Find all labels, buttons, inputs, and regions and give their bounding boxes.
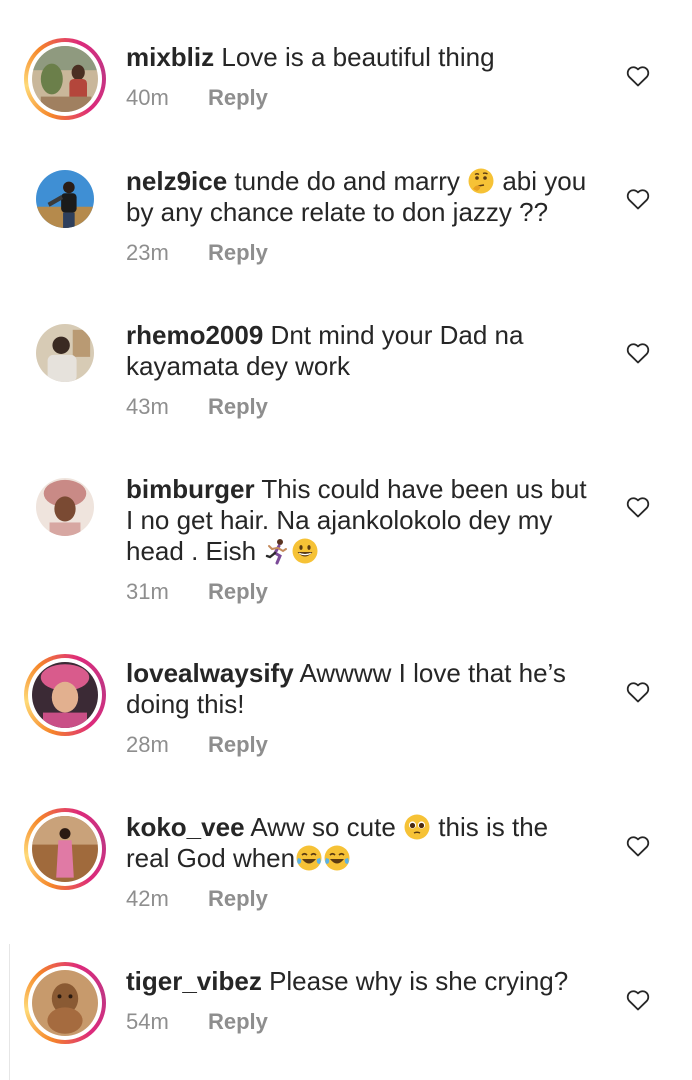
comment-body: Please why is she crying? <box>269 966 569 996</box>
comment-meta: 54m Reply <box>126 1009 596 1035</box>
comment-meta: 28m Reply <box>126 732 596 758</box>
heart-outline-icon <box>626 189 650 210</box>
avatar-wrapper[interactable] <box>24 466 106 548</box>
reply-button[interactable]: Reply <box>208 579 268 605</box>
avatar[interactable] <box>32 970 98 1036</box>
comment-time: 40m <box>126 85 169 110</box>
comment-time: 42m <box>126 886 169 911</box>
avatar-wrapper[interactable] <box>24 158 106 240</box>
thinking-face-icon <box>467 167 495 195</box>
reply-button[interactable]: Reply <box>208 85 268 111</box>
heart-outline-icon <box>626 990 650 1011</box>
comment-time: 43m <box>126 394 169 419</box>
comment-meta: 23m Reply <box>126 240 596 266</box>
avatar-wrapper[interactable] <box>24 312 106 394</box>
comment-username[interactable]: lovealwaysify <box>126 658 294 688</box>
comment-body: Love is a beautiful thing <box>221 42 495 72</box>
avatar-story-ring[interactable] <box>24 38 106 120</box>
comment-time: 28m <box>126 732 169 757</box>
comment-text: bimburger This could have been us but I … <box>126 474 596 567</box>
comment-text: lovealwaysify Awwww I love that he’s doi… <box>126 658 596 720</box>
like-button[interactable] <box>626 65 650 87</box>
comment-username[interactable]: koko_vee <box>126 812 245 842</box>
avatar-photo-icon <box>36 478 94 536</box>
comment-time: 31m <box>126 579 169 604</box>
heart-outline-icon <box>626 497 650 518</box>
heart-outline-icon <box>626 836 650 857</box>
like-button[interactable] <box>626 989 650 1011</box>
heart-outline-icon <box>626 682 650 703</box>
reply-button[interactable]: Reply <box>208 886 268 912</box>
woman-running-icon <box>263 537 291 565</box>
comment-meta: 43m Reply <box>126 394 596 420</box>
comment-body: Aww so cute <box>250 812 396 842</box>
avatar[interactable] <box>36 478 94 536</box>
reply-button[interactable]: Reply <box>208 732 268 758</box>
comment-text: rhemo2009 Dnt mind your Dad na kayamata … <box>126 320 596 382</box>
heart-outline-icon <box>626 66 650 87</box>
comment-username[interactable]: rhemo2009 <box>126 320 263 350</box>
avatar[interactable] <box>32 816 98 882</box>
grinning-face-icon <box>291 537 319 565</box>
comment-time: 54m <box>126 1009 169 1034</box>
comment-body: tunde do and marry <box>234 166 460 196</box>
comment-meta: 40m Reply <box>126 85 596 111</box>
avatar-story-ring[interactable] <box>24 654 106 736</box>
reply-button[interactable]: Reply <box>208 240 268 266</box>
like-button[interactable] <box>626 681 650 703</box>
like-button[interactable] <box>626 835 650 857</box>
avatar-story-ring[interactable] <box>24 962 106 1044</box>
avatar-photo-icon <box>32 662 98 728</box>
avatar[interactable] <box>36 170 94 228</box>
comment-username[interactable]: mixbliz <box>126 42 214 72</box>
pleading-face-icon <box>403 813 431 841</box>
comment-text: koko_vee Aww so cute this is the real Go… <box>126 812 596 874</box>
comment-meta: 31m Reply <box>126 579 596 605</box>
avatar[interactable] <box>36 324 94 382</box>
divider <box>9 944 10 1080</box>
avatar-photo-icon <box>32 46 98 112</box>
avatar-photo-icon <box>36 324 94 382</box>
comment-meta: 42m Reply <box>126 886 596 912</box>
like-button[interactable] <box>626 342 650 364</box>
reply-button[interactable]: Reply <box>208 1009 268 1035</box>
comment-username[interactable]: bimburger <box>126 474 255 504</box>
tears-of-joy-icon <box>295 844 323 872</box>
comment-text: nelz9ice tunde do and marry abi you by a… <box>126 166 596 228</box>
comment-time: 23m <box>126 240 169 265</box>
avatar[interactable] <box>32 46 98 112</box>
comment-text: mixbliz Love is a beautiful thing <box>126 42 596 73</box>
comment-username[interactable]: tiger_vibez <box>126 966 262 996</box>
heart-outline-icon <box>626 343 650 364</box>
avatar-photo-icon <box>36 170 94 228</box>
avatar-photo-icon <box>32 970 98 1036</box>
like-button[interactable] <box>626 188 650 210</box>
avatar-story-ring[interactable] <box>24 808 106 890</box>
avatar-photo-icon <box>32 816 98 882</box>
tears-of-joy-icon <box>323 844 351 872</box>
avatar[interactable] <box>32 662 98 728</box>
like-button[interactable] <box>626 496 650 518</box>
reply-button[interactable]: Reply <box>208 394 268 420</box>
comment-username[interactable]: nelz9ice <box>126 166 227 196</box>
comment-text: tiger_vibez Please why is she crying? <box>126 966 596 997</box>
